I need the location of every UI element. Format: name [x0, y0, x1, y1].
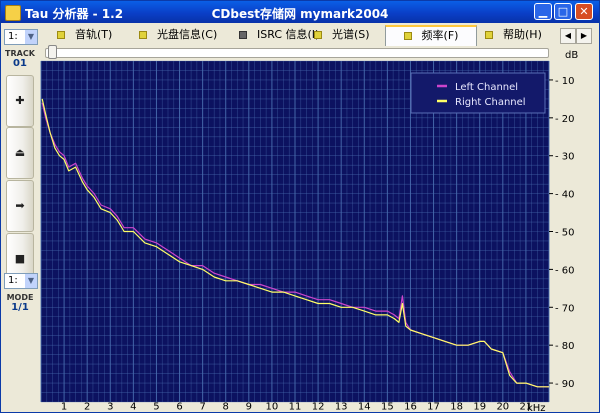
x-tick-label: 15: [381, 401, 394, 412]
x-tick-label: 9: [246, 401, 252, 412]
frequency-chart: 1 2 3 4 5 6 7 8 9 10 11 12 13 14 15 16 17 18 19 20 21- 10- 2…: [40, 50, 578, 412]
x-tick-label: 6: [176, 401, 182, 412]
x-tick-label: 19: [473, 401, 486, 412]
x-tick-label: 7: [199, 401, 205, 412]
y-tick-label: - 30: [555, 152, 575, 163]
x-tick-label: 8: [223, 401, 229, 412]
x-tick-label: 13: [335, 401, 348, 412]
x-tick-label: 17: [427, 401, 440, 412]
y-tick-label: - 10: [555, 76, 575, 87]
y-tick-label: - 60: [555, 265, 575, 276]
x-tick-label: 12: [312, 401, 325, 412]
x-tick-label: 10: [266, 401, 279, 412]
x-tick-label: 20: [496, 401, 509, 412]
y-tick-label: - 50: [555, 228, 575, 239]
x-tick-label: 16: [404, 401, 417, 412]
x-tick-label: 11: [289, 401, 302, 412]
x-tick-label: 14: [358, 401, 371, 412]
x-tick-label: 1: [61, 401, 67, 412]
y-tick-label: - 40: [555, 190, 575, 201]
y-tick-label: - 80: [555, 341, 575, 352]
y-tick-label: - 20: [555, 114, 575, 125]
app-window: Tau 分析器 - 1.2 CDbest存储网 mymark2004 ▁ □ ✕…: [0, 0, 600, 413]
x-tick-label: 4: [130, 401, 136, 412]
y-tick-label: - 70: [555, 303, 575, 314]
y-axis-label: dB: [565, 50, 578, 61]
x-tick-label: 5: [153, 401, 159, 412]
y-tick-label: - 90: [555, 379, 575, 390]
x-tick-label: 2: [84, 401, 90, 412]
x-tick-label: 3: [107, 401, 113, 412]
legend-label: Left Channel: [455, 82, 518, 93]
x-axis-label: kHz: [527, 403, 546, 412]
legend-label: Right Channel: [455, 97, 526, 108]
x-tick-label: 18: [450, 401, 463, 412]
legend: Left Channel Right Channel: [410, 72, 546, 114]
